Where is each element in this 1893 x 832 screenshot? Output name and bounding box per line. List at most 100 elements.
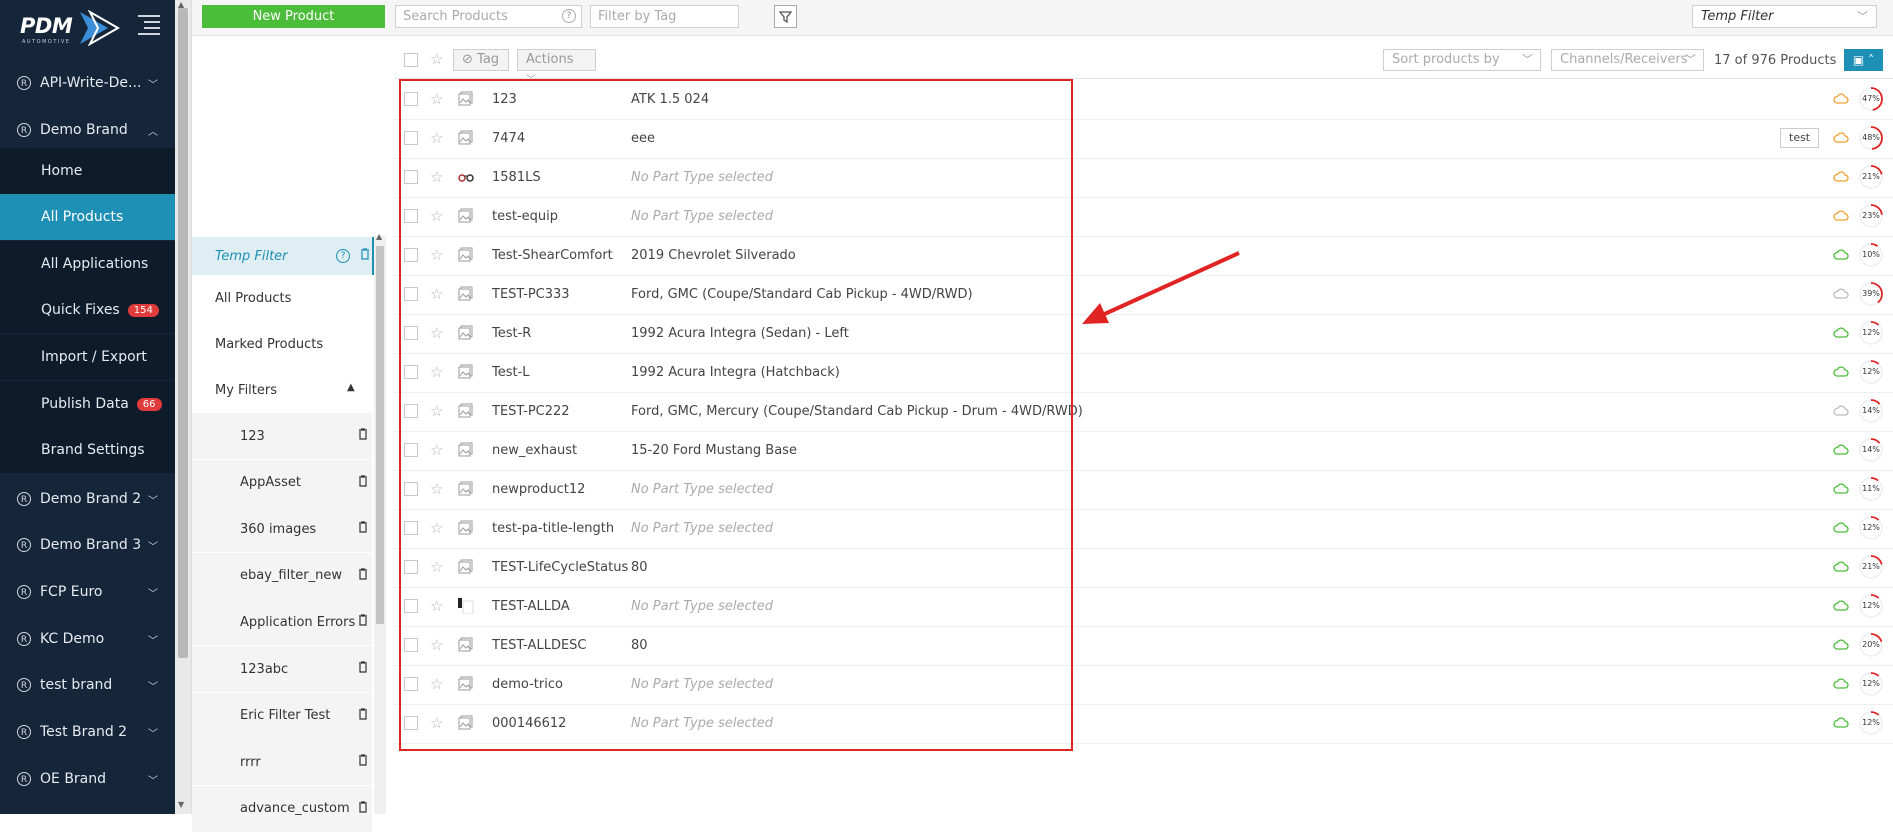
product-id[interactable]: demo-trico <box>492 677 563 692</box>
product-id[interactable]: TEST-PC333 <box>492 287 570 302</box>
product-id[interactable]: TEST-ALLDA <box>492 599 570 614</box>
star-icon[interactable]: ☆ <box>430 716 443 731</box>
nav-brand-item[interactable]: R Demo Brand 3 ﹀ <box>0 522 175 568</box>
nav-sub-item[interactable]: Import / Export <box>0 334 175 380</box>
pdm-logo[interactable]: PDM AUTOMOTIVE <box>18 8 138 48</box>
product-id[interactable]: 1581LS <box>492 170 541 185</box>
saved-filter-item[interactable]: 123 <box>192 413 372 459</box>
product-row[interactable]: ☆ test-pa-title-length No Part Type select… <box>394 509 1893 549</box>
filter-by-tag-input[interactable] <box>590 5 739 28</box>
row-checkbox[interactable] <box>404 599 418 613</box>
nav-brand-item[interactable]: R Demo Brand 2 ﹀ <box>0 476 175 522</box>
star-icon[interactable]: ☆ <box>430 365 443 380</box>
product-id[interactable]: TEST-ALLDESC <box>492 638 587 653</box>
nav-brand-item[interactable]: R FCP Euro ﹀ <box>0 569 175 615</box>
trash-icon[interactable] <box>358 428 368 440</box>
search-products-input[interactable] <box>395 5 582 28</box>
star-icon[interactable]: ☆ <box>430 404 443 419</box>
product-row[interactable]: ☆ 000146612 No Part Type selected 12% <box>394 704 1893 744</box>
row-checkbox[interactable] <box>404 287 418 301</box>
product-id[interactable]: TEST-PC222 <box>492 404 570 419</box>
product-row[interactable]: ☆ test-equip No Part Type selected 23% <box>394 197 1893 237</box>
nav-sub-item[interactable]: All Applications <box>0 241 175 287</box>
product-row[interactable]: ☆ newproduct12 No Part Type selected 11% <box>394 470 1893 510</box>
nav-brand-item[interactable]: Rtest brand ﹀ <box>0 662 175 708</box>
nav-brand-item[interactable]: R API-Write-De... ﹀ <box>0 60 175 106</box>
product-row[interactable]: ☆ TEST-PC222 Ford, GMC, Mercury (Coupe/Sta… <box>394 392 1893 432</box>
product-id[interactable]: newproduct12 <box>492 482 585 497</box>
filter-temp[interactable]: Temp Filter ? <box>192 237 375 275</box>
trash-icon[interactable] <box>360 248 370 264</box>
row-checkbox[interactable] <box>404 170 418 184</box>
star-icon[interactable]: ☆ <box>430 560 443 575</box>
star-icon[interactable]: ☆ <box>430 92 443 107</box>
new-product-button[interactable]: New Product <box>202 5 385 28</box>
product-id[interactable]: test-equip <box>492 209 558 224</box>
filter-scrollbar[interactable]: ▲ <box>374 232 386 814</box>
star-icon[interactable]: ☆ <box>430 638 443 653</box>
star-icon[interactable]: ☆ <box>430 131 443 146</box>
row-checkbox[interactable] <box>404 404 418 418</box>
trash-icon[interactable] <box>358 474 368 487</box>
product-id[interactable]: 7474 <box>492 131 525 146</box>
saved-filter-item[interactable]: 123abc <box>192 646 372 692</box>
saved-filter-item[interactable]: ebay_filter_new <box>192 552 372 599</box>
row-checkbox[interactable] <box>404 482 418 496</box>
star-icon[interactable]: ☆ <box>430 677 443 692</box>
nav-scrollbar[interactable]: ▲ ▼ <box>175 0 192 814</box>
star-icon[interactable]: ☆ <box>430 248 443 263</box>
temp-filter-select[interactable]: Temp Filter ﹀ <box>1692 5 1877 28</box>
my-filters-header[interactable]: My Filters ▲ <box>192 367 372 413</box>
trash-icon[interactable] <box>358 801 368 813</box>
help-icon[interactable]: ? <box>336 249 350 263</box>
saved-filter-item[interactable]: 360 images <box>192 506 372 553</box>
trash-icon[interactable] <box>358 521 368 533</box>
row-checkbox[interactable] <box>404 638 418 652</box>
product-row[interactable]: ☆ new_exhaust 15-20 Ford Mustang Base 14% <box>394 431 1893 471</box>
tag-button[interactable]: ⊘ Tag <box>453 49 509 71</box>
star-icon[interactable]: ☆ <box>430 52 443 67</box>
trash-icon[interactable] <box>358 661 368 673</box>
saved-filter-item[interactable]: Eric Filter Test <box>192 692 372 739</box>
nav-brand-item[interactable]: R Demo Brand ︿ <box>0 107 175 153</box>
nav-brand-item[interactable]: R KC Demo ﹀ <box>0 616 175 662</box>
saved-filter-item[interactable]: advance_custom <box>192 785 372 832</box>
actions-button[interactable]: Actions ﹀ <box>517 49 596 86</box>
nav-sub-item[interactable]: All Products <box>0 194 175 240</box>
row-checkbox[interactable] <box>404 92 418 106</box>
filter-all-products[interactable]: All Products <box>192 275 372 321</box>
row-checkbox[interactable] <box>404 248 418 262</box>
star-icon[interactable]: ☆ <box>430 287 443 302</box>
product-id[interactable]: 123 <box>492 92 517 107</box>
trash-icon[interactable] <box>358 568 368 580</box>
row-checkbox[interactable] <box>404 326 418 340</box>
product-row[interactable]: ☆ TEST-ALLDA No Part Type selected 12% <box>394 587 1893 627</box>
star-icon[interactable]: ☆ <box>430 326 443 341</box>
nav-sub-item[interactable]: Publish Data 66 <box>0 381 175 427</box>
nav-sub-item[interactable]: Quick Fixes 154 <box>0 287 175 333</box>
product-row[interactable]: ☆ 123 ATK 1.5 024 47% <box>394 80 1893 120</box>
nav-sub-item[interactable]: Home <box>0 148 175 194</box>
select-all-checkbox[interactable] <box>404 53 418 67</box>
star-icon[interactable]: ☆ <box>430 521 443 536</box>
row-checkbox[interactable] <box>404 131 418 145</box>
saved-filter-item[interactable]: rrrr <box>192 739 372 786</box>
view-toggle-button[interactable]: ▣ ˄ <box>1844 49 1883 71</box>
row-checkbox[interactable] <box>404 560 418 574</box>
product-row[interactable]: ☆ Test-L 1992 Acura Integra (Hatchback) 12% <box>394 353 1893 393</box>
row-checkbox[interactable] <box>404 443 418 457</box>
trash-icon[interactable] <box>358 754 368 766</box>
saved-filter-item[interactable]: Application Errors <box>192 599 372 646</box>
funnel-filter-icon[interactable] <box>774 5 797 28</box>
star-icon[interactable]: ☆ <box>430 599 443 614</box>
product-row[interactable]: ☆ TEST-ALLDESC 80 20% <box>394 626 1893 666</box>
nav-scroll-thumb[interactable] <box>178 8 188 658</box>
product-tag[interactable]: test <box>1780 128 1820 148</box>
trash-icon[interactable] <box>358 707 368 720</box>
trash-icon[interactable] <box>358 614 368 626</box>
scroll-down-icon[interactable]: ▼ <box>178 800 184 809</box>
search-help-icon[interactable]: ? <box>562 9 576 23</box>
filter-scroll-thumb[interactable] <box>376 246 384 624</box>
product-row[interactable]: ☆ 1581LS No Part Type selected 21% <box>394 158 1893 198</box>
row-checkbox[interactable] <box>404 677 418 691</box>
